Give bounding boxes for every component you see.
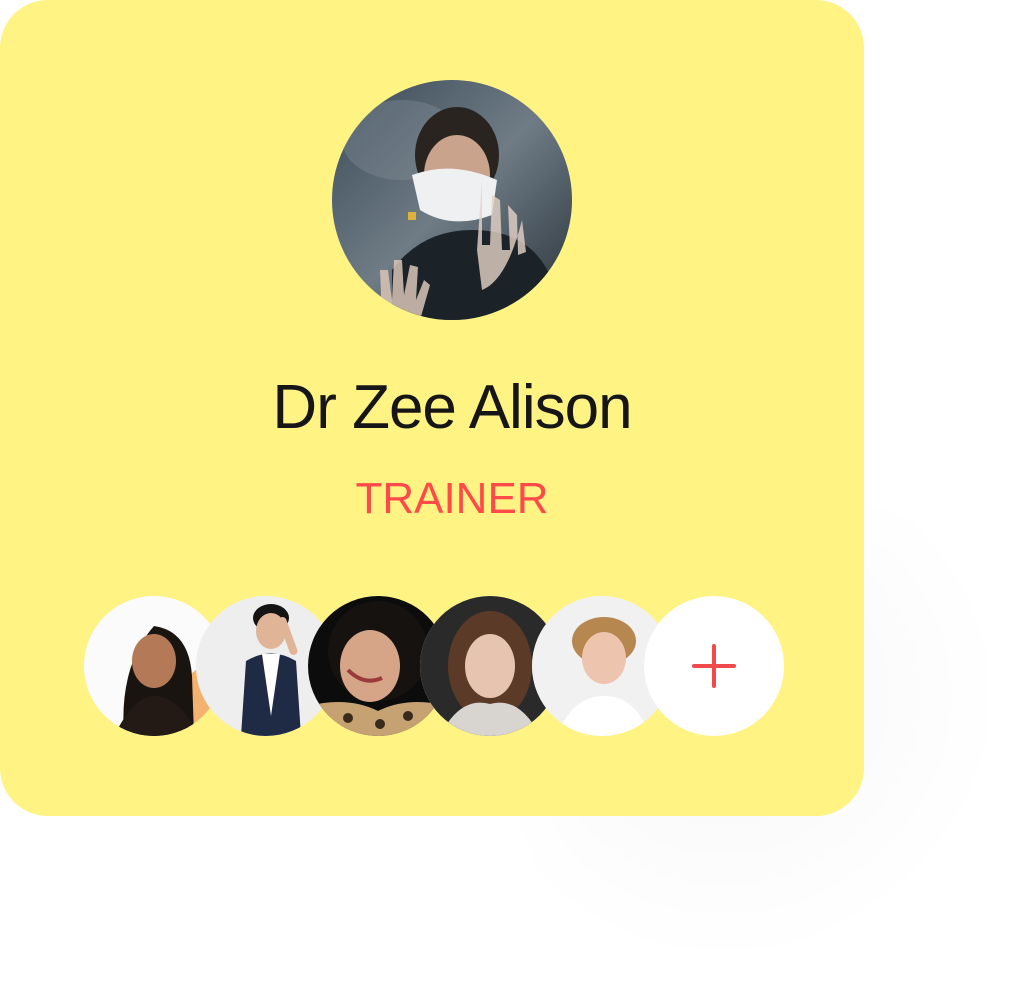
stage: Dr Zee Alison TRAINER (0, 0, 1024, 992)
add-member-button[interactable] (644, 596, 784, 736)
plus-icon (692, 644, 736, 688)
profile-card: Dr Zee Alison TRAINER (0, 0, 864, 816)
profile-avatar[interactable] (332, 80, 572, 320)
profile-role: TRAINER (355, 474, 549, 523)
profile-name: Dr Zee Alison (272, 373, 632, 442)
member-avatar-row (84, 596, 784, 736)
